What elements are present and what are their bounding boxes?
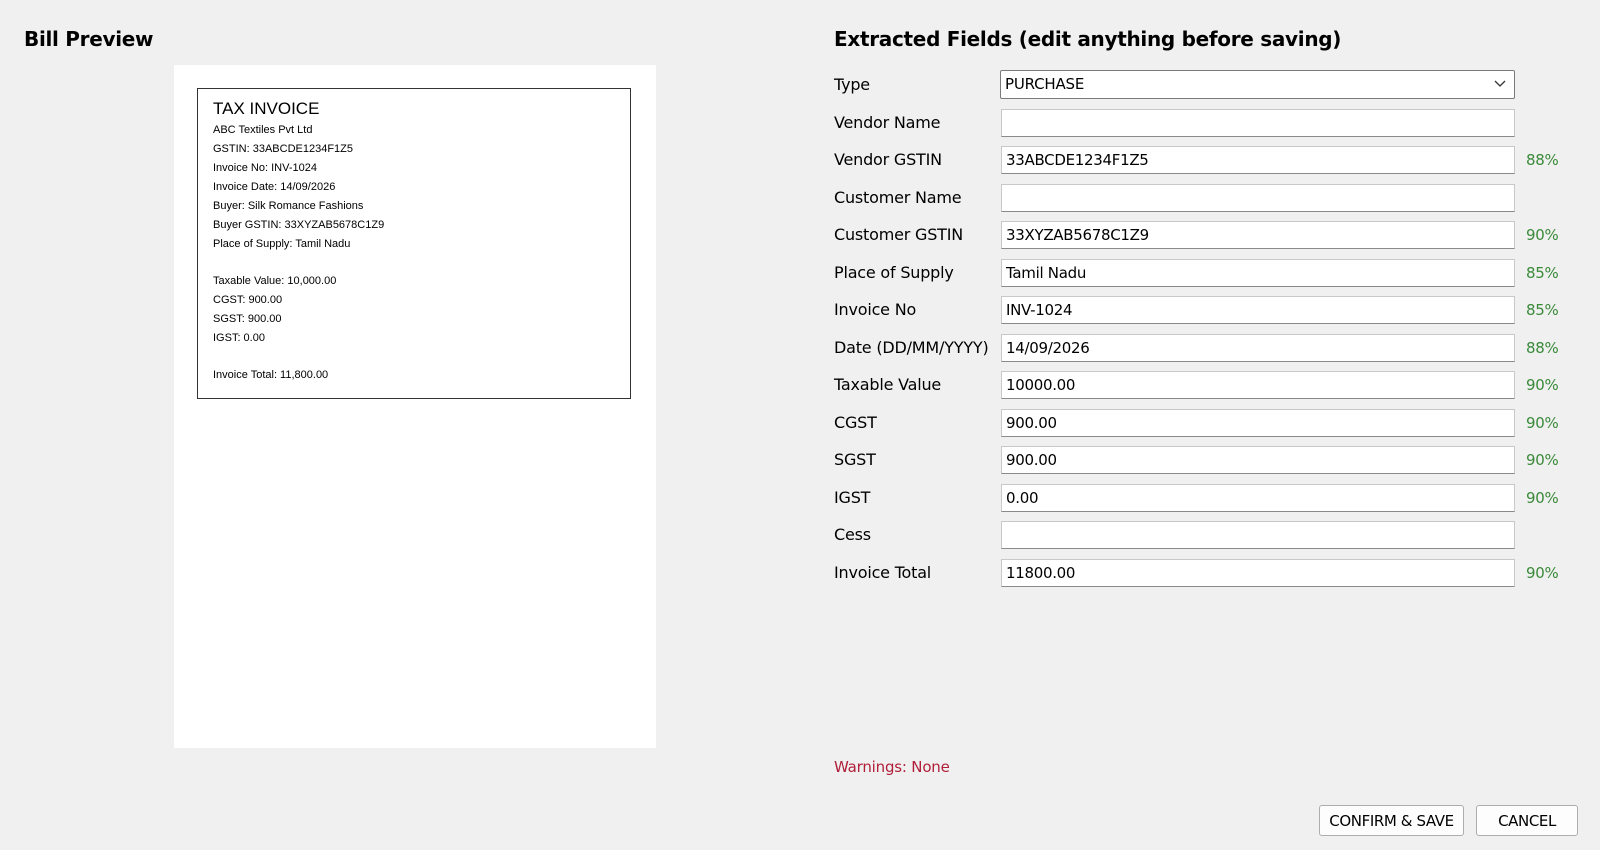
invoice-heading: TAX INVOICE	[213, 99, 320, 118]
extracted-fields-title: Extracted Fields (edit anything before s…	[834, 27, 1342, 51]
invoice-line-place: Place of Supply: Tamil Nadu	[213, 238, 351, 250]
invoice-no-input[interactable]: INV-1024	[1001, 296, 1515, 324]
vendor-gstin-confidence: 88%	[1526, 151, 1559, 169]
invoice-total-confidence: 90%	[1526, 564, 1559, 582]
customer-name-label: Customer Name	[834, 188, 962, 207]
sgst-label: SGST	[834, 450, 876, 469]
date-label: Date (DD/MM/YYYY)	[834, 338, 989, 357]
cgst-confidence: 90%	[1526, 414, 1559, 432]
customer-gstin-input[interactable]: 33XYZAB5678C1Z9	[1001, 221, 1515, 249]
cess-label: Cess	[834, 525, 871, 544]
type-select-value: PURCHASE	[1005, 75, 1085, 93]
warnings-text: Warnings: None	[834, 758, 950, 776]
invoice-line-date: Invoice Date: 14/09/2026	[213, 181, 336, 193]
customer-gstin-label: Customer GSTIN	[834, 225, 964, 244]
cancel-button[interactable]: CANCEL	[1476, 805, 1578, 836]
taxable-value-confidence: 90%	[1526, 376, 1559, 394]
invoice-document: TAX INVOICE ABC Textiles Pvt Ltd GSTIN: …	[197, 88, 631, 399]
type-select[interactable]: PURCHASE	[1000, 70, 1515, 99]
invoice-no-confidence: 85%	[1526, 301, 1559, 319]
vendor-name-input[interactable]	[1001, 109, 1515, 137]
taxable-value-input[interactable]: 10000.00	[1001, 371, 1515, 399]
invoice-line-total: Invoice Total: 11,800.00	[213, 369, 329, 381]
invoice-line-buyer: Buyer: Silk Romance Fashions	[213, 200, 364, 212]
vendor-gstin-label: Vendor GSTIN	[834, 150, 942, 169]
invoice-line-gstin: GSTIN: 33ABCDE1234F1Z5	[213, 143, 354, 155]
customer-gstin-confidence: 90%	[1526, 226, 1559, 244]
invoice-total-label: Invoice Total	[834, 563, 932, 582]
igst-label: IGST	[834, 488, 871, 507]
place-of-supply-label: Place of Supply	[834, 263, 954, 282]
invoice-line-buyer-gstin: Buyer GSTIN: 33XYZAB5678C1Z9	[213, 219, 385, 231]
customer-name-input[interactable]	[1001, 184, 1515, 212]
invoice-no-label: Invoice No	[834, 300, 917, 319]
igst-input[interactable]: 0.00	[1001, 484, 1515, 512]
bill-preview-title: Bill Preview	[24, 27, 154, 51]
igst-confidence: 90%	[1526, 489, 1559, 507]
place-of-supply-input[interactable]: Tamil Nadu	[1001, 259, 1515, 287]
sgst-confidence: 90%	[1526, 451, 1559, 469]
invoice-line-igst: IGST: 0.00	[213, 332, 265, 344]
cgst-input[interactable]: 900.00	[1001, 409, 1515, 437]
sgst-input[interactable]: 900.00	[1001, 446, 1515, 474]
cess-input[interactable]	[1001, 521, 1515, 549]
date-input[interactable]: 14/09/2026	[1001, 334, 1515, 362]
invoice-line-taxable: Taxable Value: 10,000.00	[213, 275, 337, 287]
bill-preview-image: TAX INVOICE ABC Textiles Pvt Ltd GSTIN: …	[174, 65, 656, 748]
invoice-total-input[interactable]: 11800.00	[1001, 559, 1515, 587]
cgst-label: CGST	[834, 413, 877, 432]
vendor-gstin-input[interactable]: 33ABCDE1234F1Z5	[1001, 146, 1515, 174]
chevron-down-icon	[1494, 80, 1506, 87]
vendor-name-label: Vendor Name	[834, 113, 941, 132]
confirm-save-button[interactable]: CONFIRM & SAVE	[1319, 805, 1464, 836]
date-confidence: 88%	[1526, 339, 1559, 357]
invoice-line-sgst: SGST: 900.00	[213, 313, 282, 325]
invoice-line-vendor: ABC Textiles Pvt Ltd	[213, 124, 313, 136]
invoice-line-cgst: CGST: 900.00	[213, 294, 283, 306]
place-of-supply-confidence: 85%	[1526, 264, 1559, 282]
invoice-line-number: Invoice No: INV-1024	[213, 162, 317, 174]
type-label: Type	[834, 75, 870, 94]
taxable-value-label: Taxable Value	[834, 375, 942, 394]
